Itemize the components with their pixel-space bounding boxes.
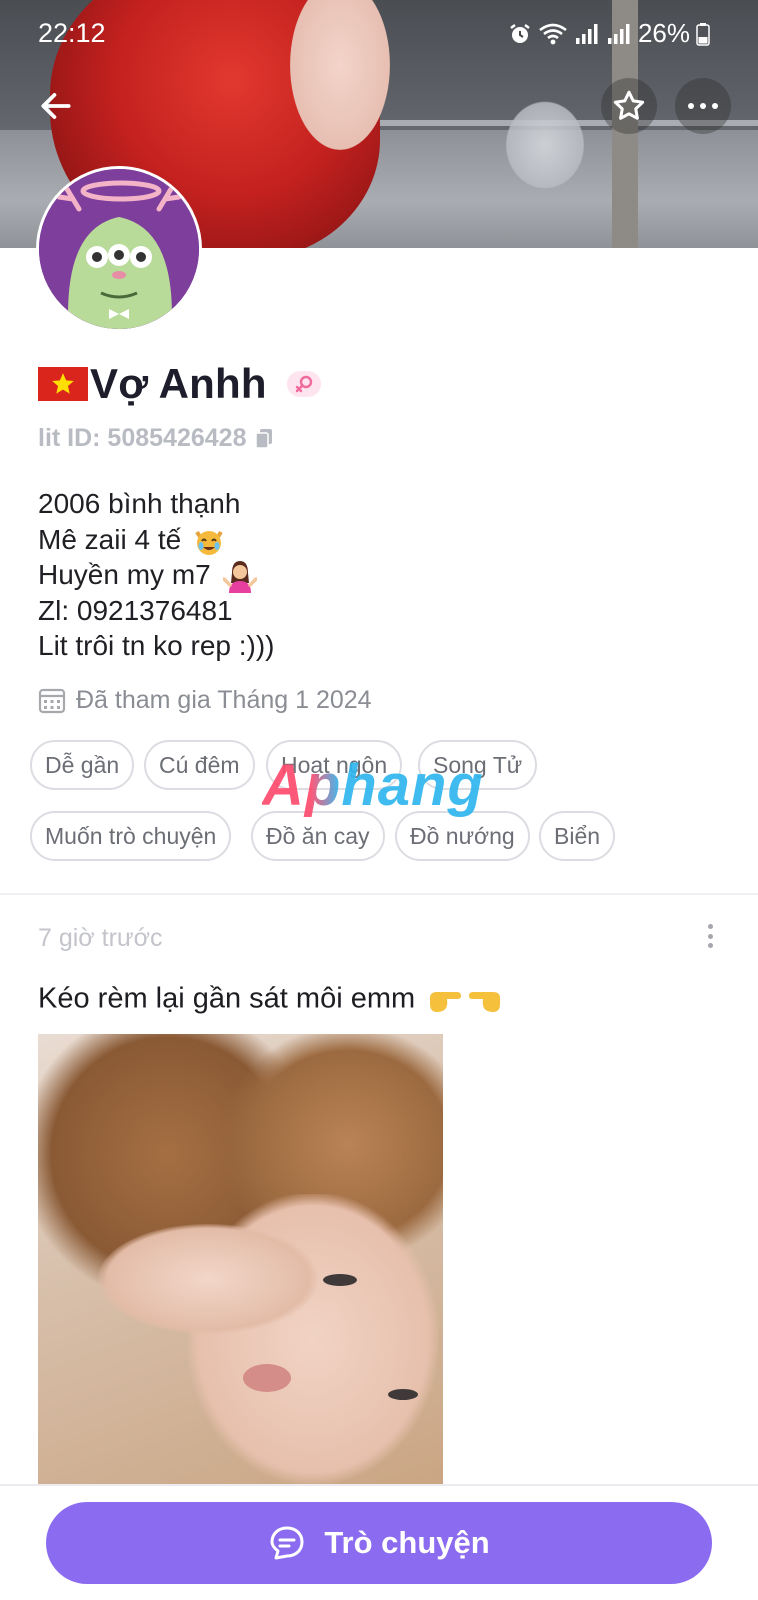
cover-rider [500, 95, 590, 195]
star-icon [613, 90, 645, 120]
chat-button[interactable]: Trò chuyện [46, 1502, 712, 1584]
vietnam-flag-icon [38, 367, 88, 401]
pointing-hands-emoji [430, 992, 501, 1012]
interest-tag[interactable]: Cú đêm [144, 740, 255, 790]
bio-line-4: Zl: 0921376481 [38, 594, 233, 626]
profile-name: Vợ Anhh [90, 360, 267, 407]
wifi-icon [539, 23, 567, 44]
bio-line-2: Mê zaii 4 tế [38, 522, 275, 558]
dot-icon [707, 943, 713, 948]
chat-bubble-icon [268, 1524, 306, 1562]
shrugging-woman-emoji [222, 560, 257, 593]
lit-id-row[interactable]: lit ID: 5085426428 [38, 424, 274, 453]
post-photo[interactable] [38, 1034, 443, 1488]
crying-cat-emoji [195, 531, 223, 556]
more-horizontal-icon [688, 103, 718, 109]
avatar[interactable] [36, 166, 202, 332]
lit-id-text: lit ID: 5085426428 [38, 424, 247, 452]
battery-icon [696, 22, 710, 46]
arrow-left-icon [41, 93, 71, 119]
post-more-button[interactable] [700, 918, 720, 954]
interest-tag[interactable]: Biển [539, 811, 616, 861]
joined-date-text: Đã tham gia Tháng 1 2024 [76, 686, 372, 714]
signal-icon [607, 23, 630, 44]
status-time: 22:12 [38, 18, 106, 48]
back-button[interactable] [28, 78, 84, 134]
dot-icon [707, 924, 713, 929]
section-divider [0, 893, 758, 895]
watermark-logo: Aphang [262, 753, 484, 818]
joined-date-row: Đã tham gia Tháng 1 2024 [38, 686, 372, 715]
interest-tag[interactable]: Dễ gần [30, 740, 135, 790]
dot-icon [707, 933, 713, 939]
monster-avatar-icon [39, 169, 199, 329]
photo-hand [98, 1224, 318, 1334]
profile-bio: 2006 bình thạnh Mê zaii 4 tế Huyền my m7… [38, 486, 275, 664]
chat-button-label: Trò chuyện [324, 1525, 490, 1560]
photo-eye [388, 1389, 418, 1400]
battery-percent: 26% [637, 18, 690, 48]
calendar-icon [38, 688, 66, 713]
post-text: Kéo rèm lại gần sát môi emm [38, 982, 503, 1018]
female-gender-icon [286, 371, 321, 397]
interest-tag[interactable]: Muốn trò chuyện [30, 811, 232, 861]
photo-eye [323, 1274, 357, 1286]
bio-line-3: Huyền my m7 [38, 557, 275, 593]
favorite-button[interactable] [601, 78, 657, 134]
bio-line-5: Lit trôi tn ko rep :))) [38, 630, 275, 662]
photo-lips [243, 1364, 291, 1392]
status-icons: 26% [508, 18, 710, 49]
profile-name-row: Vợ Anhh [38, 360, 321, 408]
post-timestamp: 7 giờ trước [38, 924, 163, 952]
signal-icon [575, 23, 598, 44]
more-options-button[interactable] [675, 78, 731, 134]
alarm-icon [510, 23, 530, 43]
bio-line-1: 2006 bình thạnh [38, 488, 241, 519]
copy-icon[interactable] [254, 428, 274, 450]
